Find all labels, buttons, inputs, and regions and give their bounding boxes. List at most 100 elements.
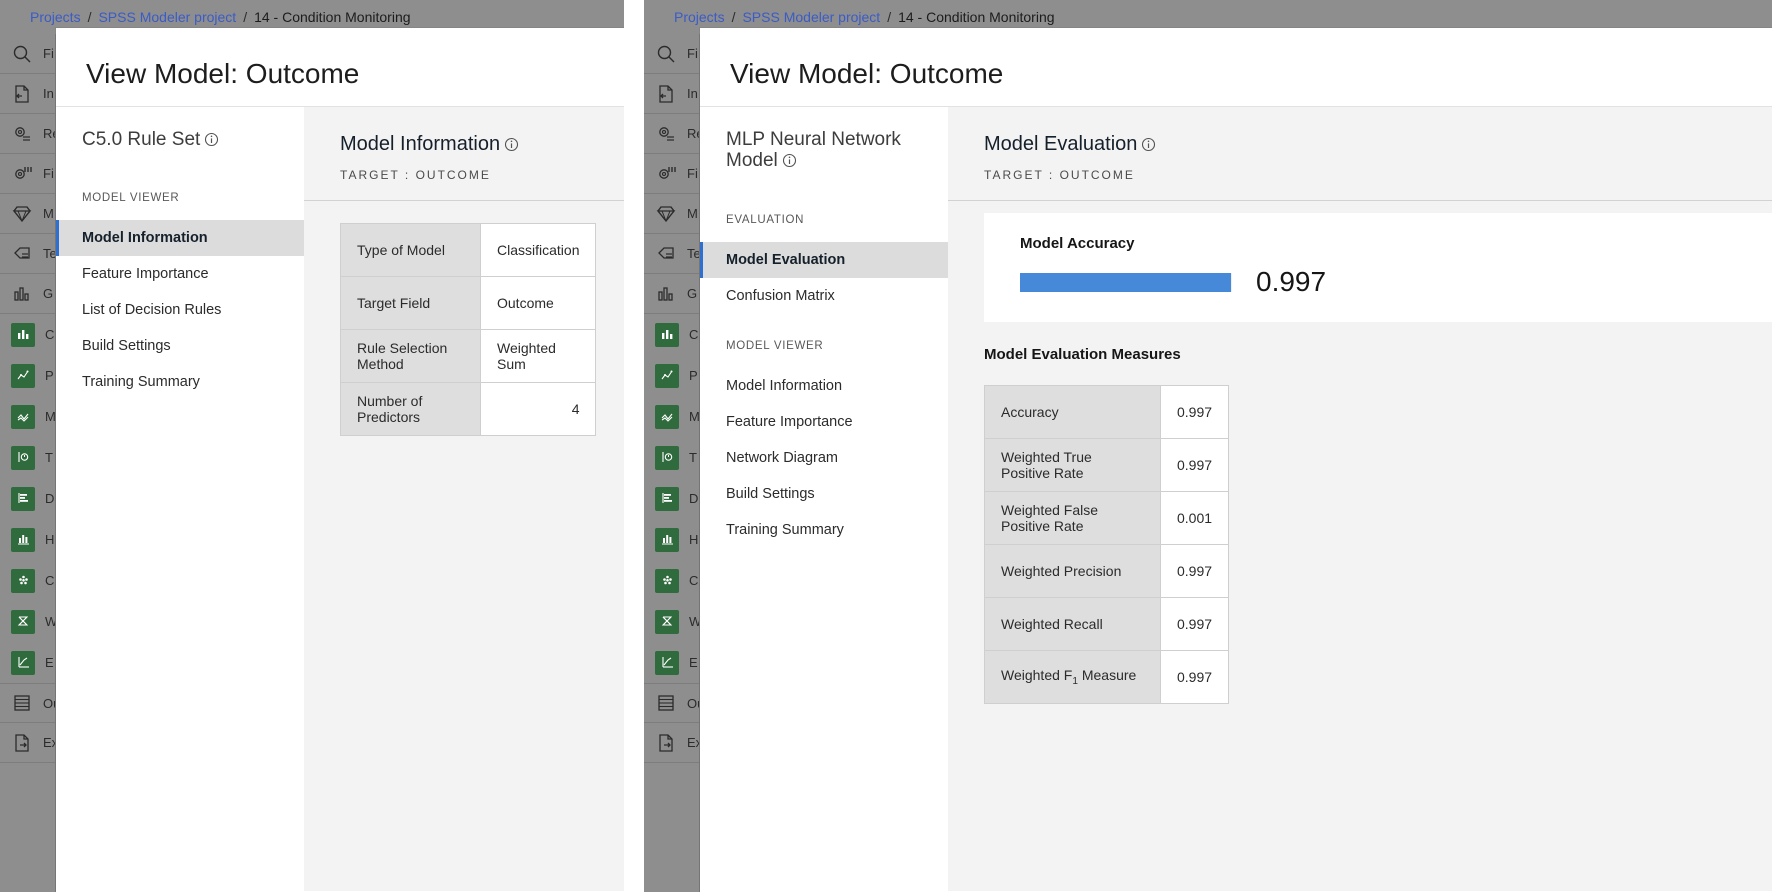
palette-item-export[interactable]: Ex [0,723,55,763]
info-icon[interactable] [1141,133,1156,155]
info-icon[interactable] [204,129,219,150]
collection-chip-icon [655,568,679,593]
breadcrumb-project[interactable]: SPSS Modeler project [742,9,880,25]
modeling-diamond-icon [655,203,677,225]
app-window-left: Projects / SPSS Modeler project / 14 - C… [0,0,624,892]
palette-item-label: P [45,368,54,383]
palette-item-web[interactable]: W [644,601,699,642]
palette-item-evaluation[interactable]: E [644,642,699,683]
palette-item-chart[interactable]: C [644,314,699,355]
sidebar-item-training-summary[interactable]: Training Summary [56,364,304,400]
divider [948,200,1772,201]
palette-item-import[interactable]: In [644,74,699,114]
palette-item-label: In [43,86,54,101]
palette-search[interactable]: Fi [0,34,55,74]
breadcrumb-projects[interactable]: Projects [30,9,81,25]
palette-item-label: Ex [43,735,55,750]
distribution-chip-icon [655,486,679,511]
modal-content-column: Model Information TARGET : OUTCOME Type … [304,107,624,891]
palette-item-plot[interactable]: P [644,355,699,396]
sidebar-item-confusion-matrix[interactable]: Confusion Matrix [700,278,948,314]
palette-item-label: Ou [687,695,699,711]
palette-item-label: H [689,532,699,547]
row-value: Weighted Sum [479,329,597,383]
record-operations-icon [655,123,677,145]
table-row: Type of Model Classification [340,223,597,277]
palette-item-label: C [45,327,55,342]
palette-item-modeling[interactable]: M [644,194,699,234]
sidebar-item-build-settings[interactable]: Build Settings [700,476,948,512]
sidebar-item-model-information[interactable]: Model Information [700,368,948,404]
palette-item-text-analytics[interactable]: Te [0,234,55,274]
palette-item-export[interactable]: Ex [644,723,699,763]
palette-item-multiplot[interactable]: M [0,396,55,437]
palette-item-graphs[interactable]: G [644,274,699,314]
model-accuracy-card: Model Accuracy 0.997 [984,213,1772,322]
breadcrumb-project[interactable]: SPSS Modeler project [98,9,236,25]
sidebar-item-list-of-decision-rules[interactable]: List of Decision Rules [56,292,304,328]
palette-item-multiplot[interactable]: M [644,396,699,437]
palette-item-time-plot[interactable]: T [644,437,699,478]
palette-item-label: G [43,286,54,301]
sidebar-item-feature-importance[interactable]: Feature Importance [700,404,948,440]
palette-item-record-ops[interactable]: Re [0,114,55,154]
palette-item-outputs[interactable]: Ou [0,683,55,723]
sidebar-item-training-summary[interactable]: Training Summary [700,512,948,548]
search-icon [11,43,33,65]
distribution-chip-icon [11,486,35,511]
palette-item-plot[interactable]: P [0,355,55,396]
modal-nav-column: C5.0 Rule Set MODEL VIEWER Model Informa… [56,107,304,891]
palette-item-label: In [687,86,698,101]
nav-group-label-evaluation: EVALUATION [726,213,805,226]
palette-item-field-ops[interactable]: Fi [0,154,55,194]
palette-item-time-plot[interactable]: T [0,437,55,478]
breadcrumb-projects[interactable]: Projects [674,9,725,25]
row-key: Rule Selection Method [340,329,481,383]
multiplot-chip-icon [655,404,679,429]
palette-item-distribution[interactable]: D [0,478,55,519]
sidebar-item-model-evaluation[interactable]: Model Evaluation [700,241,948,278]
palette-item-label: T [45,450,53,465]
palette-item-collection[interactable]: C [0,560,55,601]
table-row: Weighted Precision 0.997 [984,544,1230,598]
node-palette-rail-right: Fi In Re Fi [644,34,700,892]
palette-item-label: M [45,409,55,424]
palette-item-label: Re [43,126,55,141]
palette-item-histogram[interactable]: H [0,519,55,560]
multiplot-chip-icon [11,404,35,429]
time-plot-chip-icon [655,445,679,470]
export-icon [11,732,33,754]
palette-item-text-analytics[interactable]: Te [644,234,699,274]
palette-item-modeling[interactable]: M [0,194,55,234]
chart-chip-icon [11,322,35,347]
palette-item-evaluation[interactable]: E [0,642,55,683]
palette-item-graphs[interactable]: G [0,274,55,314]
palette-item-import[interactable]: In [0,74,55,114]
palette-item-web[interactable]: W [0,601,55,642]
sidebar-item-model-information[interactable]: Model Information [56,220,304,257]
import-node-icon [655,83,677,105]
outputs-icon [655,692,677,714]
sidebar-item-build-settings[interactable]: Build Settings [56,328,304,364]
palette-item-distribution[interactable]: D [644,478,699,519]
row-value: 4 [479,382,597,436]
palette-item-label: M [687,206,698,221]
palette-search[interactable]: Fi [644,34,699,74]
info-icon[interactable] [782,150,797,171]
palette-item-record-ops[interactable]: Re [644,114,699,154]
palette-item-histogram[interactable]: H [644,519,699,560]
palette-item-label: Fi [43,166,54,181]
row-key-f1: Weighted F1 Measure [984,650,1161,704]
info-icon[interactable] [504,133,519,155]
nav-group-label: MODEL VIEWER [82,192,180,205]
section-title: Model Information [340,133,624,156]
sidebar-item-network-diagram[interactable]: Network Diagram [700,440,948,476]
sidebar-item-feature-importance[interactable]: Feature Importance [56,256,304,292]
palette-item-label: C [45,573,55,588]
model-name-text: MLP Neural Network Model [726,129,901,172]
palette-item-collection[interactable]: C [644,560,699,601]
palette-item-field-ops[interactable]: Fi [644,154,699,194]
evaluation-chip-icon [655,650,679,675]
palette-item-outputs[interactable]: Ou [644,683,699,723]
palette-item-chart[interactable]: C [0,314,55,355]
